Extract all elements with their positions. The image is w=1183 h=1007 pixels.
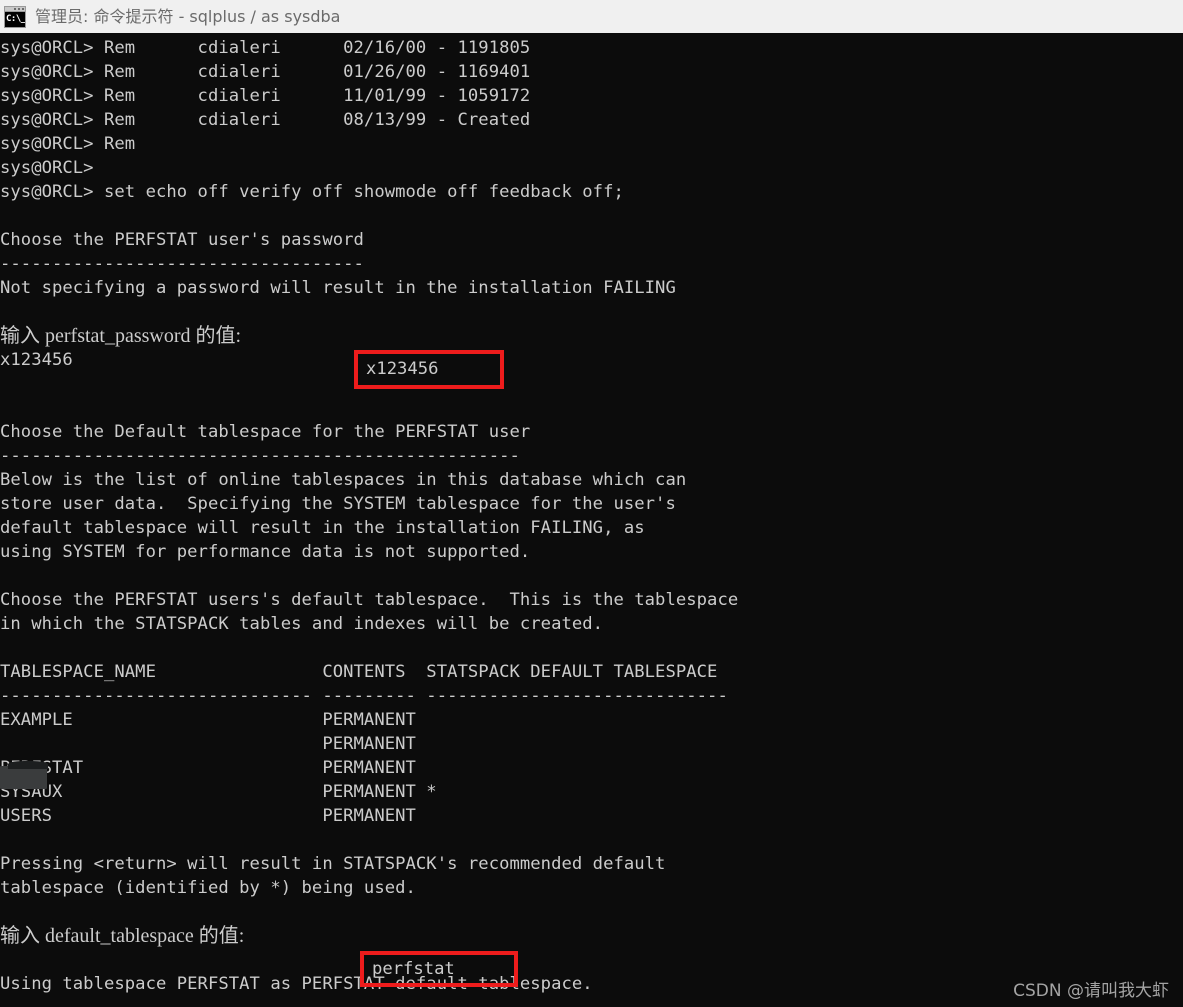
console-line: Pressing <return> will result in STATSPA… [0,854,666,874]
console-line: TABLESPACE_NAME CONTENTS STATSPACK DEFAU… [0,662,718,682]
console-line: Choose the PERFSTAT user's password [0,230,364,250]
redacted-tablespace-name [0,761,48,789]
console-output-area[interactable]: sys@ORCL> Rem cdialeri 02/16/00 - 119180… [0,33,1183,1007]
console-line: in which the STATSPACK tables and indexe… [0,614,604,634]
console-line: 输入 default_tablespace 的值: [0,925,245,947]
command-prompt-window: C:\_ 管理员: 命令提示符 - sqlplus / as sysdba sy… [0,0,1183,1007]
console-line: sys@ORCL> Rem [0,134,136,154]
console-line: store user data. Specifying the SYSTEM t… [0,494,676,514]
console-line: ----------------------------------- [0,254,364,274]
console-line: sys@ORCL> Rem cdialeri 11/01/99 - 105917… [0,86,531,106]
console-line: ----------------------------------------… [0,446,520,466]
window-title-text: 管理员: 命令提示符 - sqlplus / as sysdba [35,7,341,26]
console-line: sys@ORCL> [0,158,94,178]
window-titlebar[interactable]: C:\_ 管理员: 命令提示符 - sqlplus / as sysdba [0,0,1183,33]
console-line: sys@ORCL> set echo off verify off showmo… [0,182,624,202]
console-line: Not specifying a password will result in… [0,278,676,298]
console-line: PERMANENT [0,734,416,754]
console-line: Choose the PERFSTAT users's default tabl… [0,590,739,610]
console-line: USERS PERMANENT [0,806,416,826]
console-line: sys@ORCL> Rem cdialeri 01/26/00 - 116940… [0,62,531,82]
console-line: x123456 [0,350,73,370]
console-line: tablespace (identified by *) being used. [0,878,416,898]
cmd-console-icon: C:\_ [4,5,26,28]
csdn-watermark: CSDN @请叫我大虾 [1013,981,1169,1001]
console-line: PERFSTAT PERMANENT [0,758,416,778]
console-line: EXAMPLE PERMANENT [0,710,416,730]
default-tablespace-input-value[interactable]: perfstat [372,957,455,981]
console-line: using SYSTEM for performance data is not… [0,542,531,562]
console-line: Below is the list of online tablespaces … [0,470,687,490]
console-line: Using tablespace PERFSTAT as PERFSTAT de… [0,974,593,994]
icon-prompt-glyph: C:\_ [5,11,25,27]
password-input-value[interactable]: x123456 [366,357,438,381]
console-line: ------------------------------ ---------… [0,686,728,706]
console-line: SYSAUX PERMANENT * [0,782,437,802]
console-line: default tablespace will result in the in… [0,518,645,538]
console-line: Choose the Default tablespace for the PE… [0,422,531,442]
console-line: 输入 perfstat_password 的值: [0,325,242,347]
console-line: sys@ORCL> Rem cdialeri 02/16/00 - 119180… [0,38,531,58]
console-line: sys@ORCL> Rem cdialeri 08/13/99 - Create… [0,110,531,130]
console-lines: sys@ORCL> Rem cdialeri 02/16/00 - 119180… [0,36,1183,996]
